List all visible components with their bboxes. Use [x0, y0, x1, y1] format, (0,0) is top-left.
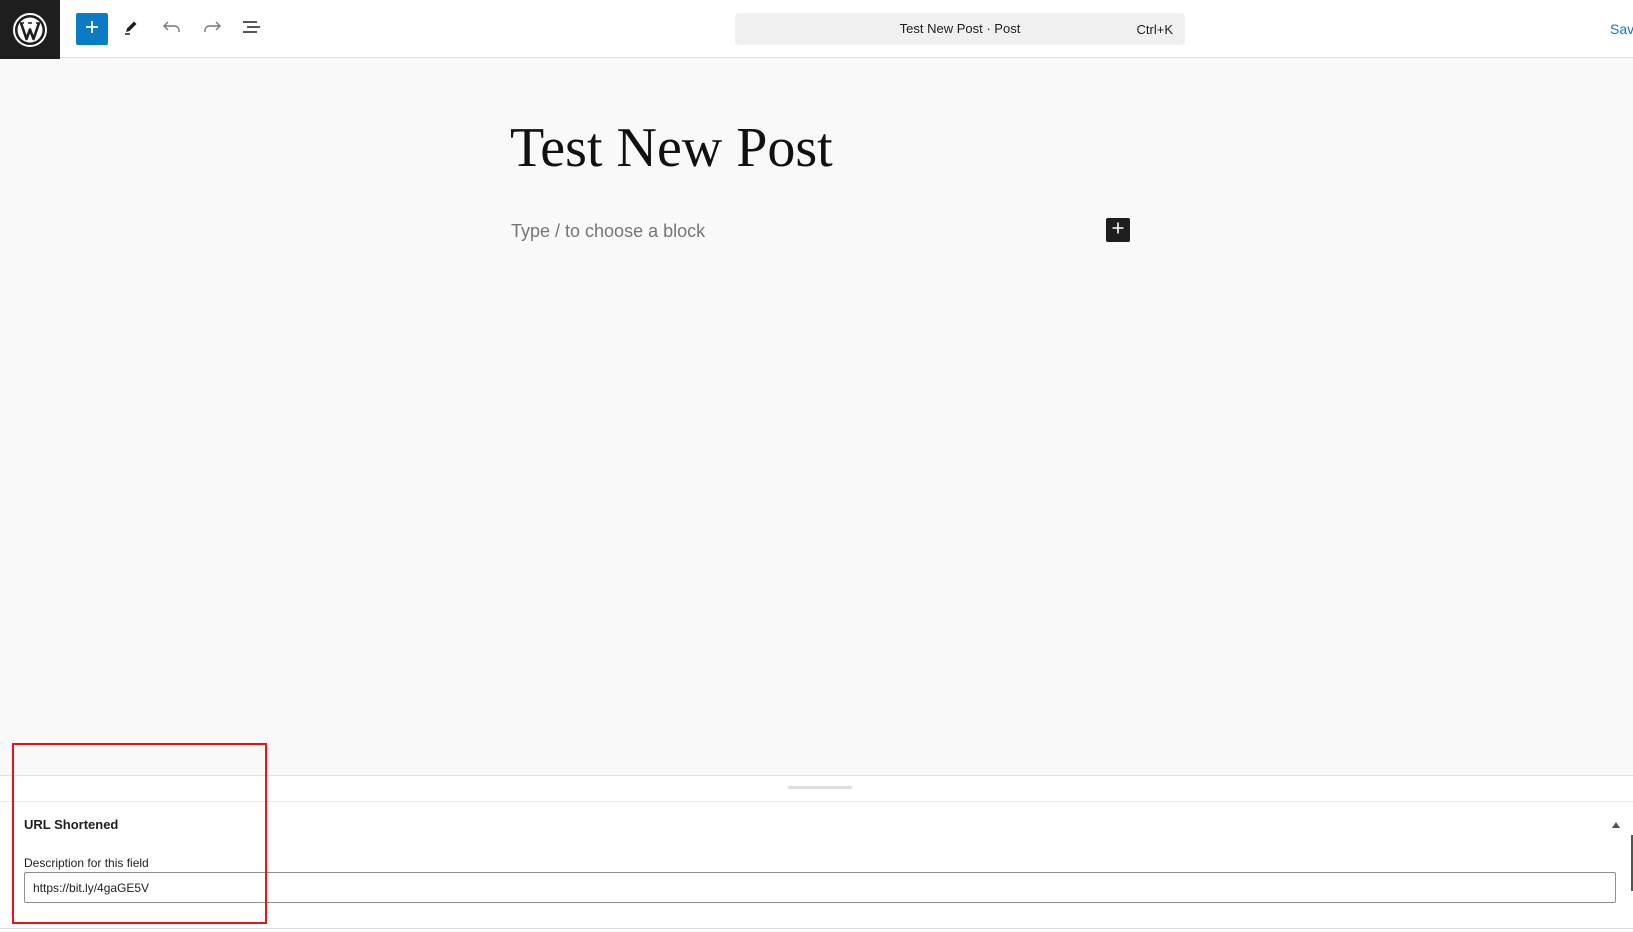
- post-title[interactable]: Test New Post: [510, 116, 833, 180]
- undo-button[interactable]: [156, 13, 188, 45]
- meta-boxes-panel: URL Shortened Description for this field: [0, 775, 1633, 932]
- triangle-up-icon[interactable]: [1610, 818, 1622, 830]
- document-title: Test New Post · Post: [899, 21, 1021, 36]
- command-palette-button[interactable]: Test New Post · Post Ctrl+K: [735, 13, 1185, 45]
- editor-top-toolbar: Test New Post · Post Ctrl+K Save: [0, 0, 1633, 59]
- divider: [0, 801, 1633, 802]
- resize-handle[interactable]: [788, 786, 852, 789]
- redo-icon: [202, 19, 222, 40]
- divider: [0, 928, 1633, 929]
- plus-icon: [1111, 221, 1125, 240]
- add-block-button[interactable]: [1106, 218, 1130, 242]
- tools-button[interactable]: [115, 13, 147, 45]
- save-draft-button[interactable]: Save: [1610, 21, 1633, 37]
- document-overview-button[interactable]: [236, 13, 268, 45]
- undo-icon: [162, 19, 182, 40]
- plus-icon: [84, 19, 100, 40]
- block-placeholder[interactable]: Type / to choose a block: [511, 221, 705, 242]
- redo-button[interactable]: [196, 13, 228, 45]
- shortened-url-input[interactable]: [24, 872, 1616, 903]
- block-inserter-button[interactable]: [76, 13, 108, 45]
- document-overview-icon: [242, 19, 262, 40]
- wordpress-logo-icon[interactable]: [0, 0, 60, 59]
- pencil-icon: [122, 18, 140, 41]
- meta-box-heading[interactable]: URL Shortened: [24, 817, 118, 832]
- field-label: Description for this field: [24, 856, 149, 870]
- keyboard-shortcut-hint: Ctrl+K: [1136, 22, 1173, 37]
